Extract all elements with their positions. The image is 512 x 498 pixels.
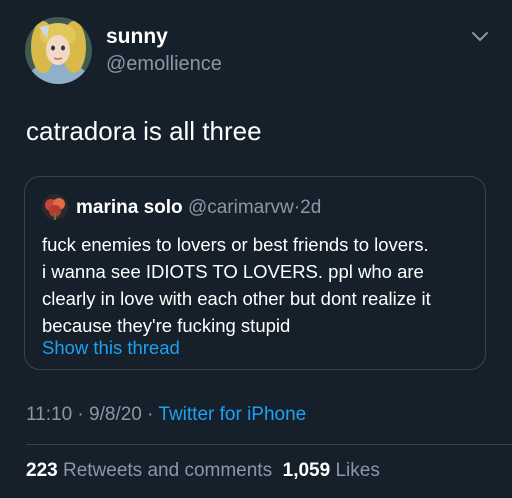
tweet-date[interactable]: 9/8/20 bbox=[89, 404, 142, 425]
retweets-count: 223 bbox=[26, 460, 58, 481]
quote-author-handle[interactable]: @carimarvw bbox=[188, 197, 294, 218]
retweets-label: Retweets and comments bbox=[62, 460, 273, 481]
quote-avatar[interactable] bbox=[42, 194, 68, 220]
quote-timestamp[interactable]: 2d bbox=[300, 197, 321, 218]
show-thread-link[interactable]: Show this thread bbox=[42, 337, 180, 359]
meta-separator: · bbox=[77, 404, 84, 425]
likes-label: Likes bbox=[335, 460, 380, 481]
likes-count: 1,059 bbox=[282, 460, 331, 481]
retweets-link[interactable]: 223 Retweets and comments bbox=[26, 460, 272, 481]
divider bbox=[26, 444, 512, 445]
tweet: sunny @emollience catradora is all three… bbox=[0, 0, 512, 498]
tweet-source-link[interactable]: Twitter for iPhone bbox=[158, 404, 306, 425]
quote-text-line: because they're fucking stupid bbox=[42, 315, 291, 336]
tweet-text: catradora is all three bbox=[26, 116, 262, 146]
quoted-tweet[interactable]: marina solo @carimarvw·2d fuck enemies t… bbox=[24, 176, 486, 370]
avatar[interactable] bbox=[25, 17, 92, 84]
tweet-meta: 11:10 · 9/8/20 · Twitter for iPhone bbox=[26, 404, 306, 426]
quote-text-line: i wanna see IDIOTS TO LOVERS. ppl who ar… bbox=[42, 261, 424, 282]
tweet-time[interactable]: 11:10 bbox=[26, 404, 72, 425]
tweet-stats: 223 Retweets and comments 1,059 Likes bbox=[26, 460, 380, 482]
quote-text-line: fuck enemies to lovers or best friends t… bbox=[42, 234, 429, 255]
quote-text: fuck enemies to lovers or best friends t… bbox=[42, 231, 482, 339]
quote-header: marina solo @carimarvw·2d bbox=[76, 197, 321, 219]
quote-avatar-image bbox=[42, 194, 68, 220]
avatar-image bbox=[25, 17, 92, 84]
quote-text-line: clearly in love with each other but dont… bbox=[42, 288, 431, 309]
meta-separator: · bbox=[147, 404, 154, 425]
likes-link[interactable]: 1,059 Likes bbox=[283, 460, 380, 481]
quote-author-name[interactable]: marina solo bbox=[76, 197, 183, 218]
chevron-down-icon[interactable] bbox=[470, 30, 490, 44]
author-handle[interactable]: @emollience bbox=[106, 53, 222, 76]
author-name[interactable]: sunny bbox=[106, 25, 168, 49]
